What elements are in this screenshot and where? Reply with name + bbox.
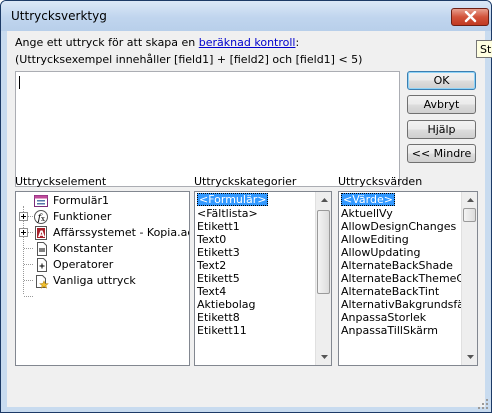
scroll-down-icon[interactable]	[317, 349, 331, 365]
scroll-thumb[interactable]	[463, 208, 476, 222]
list-item[interactable]: Text0	[197, 233, 226, 246]
instruction-line-1: Ange ett uttryck för att skapa en beräkn…	[15, 36, 299, 49]
tree-item-functions[interactable]: fx Funktioner	[16, 209, 189, 225]
svg-text:x: x	[41, 215, 45, 223]
tree-item-label: Konstanter	[53, 242, 113, 255]
tree-item-label: Funktioner	[53, 210, 112, 223]
form-icon	[33, 193, 49, 209]
scroll-down-icon[interactable]	[463, 349, 477, 365]
calculated-control-link[interactable]: beräknad kontroll	[199, 36, 296, 49]
list-item[interactable]: AnpassaTillSkärm	[341, 324, 438, 337]
tree-line	[24, 296, 33, 297]
tree-item-label: Operatorer	[53, 258, 114, 271]
common-expressions-icon	[33, 273, 49, 289]
close-icon	[464, 11, 477, 23]
list-item[interactable]: AlternateBackShade	[341, 259, 453, 272]
tree-item-label: Affärssystemet - Kopia.accdb	[53, 226, 189, 239]
list-item[interactable]: Etikett11	[197, 324, 247, 337]
list-item[interactable]: Text2	[197, 259, 226, 272]
tree-item-constants[interactable]: Konstanter	[16, 241, 189, 257]
scroll-thumb[interactable]	[317, 210, 330, 294]
list-item[interactable]: AnpassaStorlek	[341, 311, 426, 324]
dialog-body: Ange ett uttryck för att skapa en beräkn…	[7, 31, 485, 407]
ok-button[interactable]: OK	[407, 71, 476, 90]
svg-text:A: A	[38, 230, 45, 240]
values-scrollbar[interactable]	[461, 192, 477, 365]
list-item[interactable]: <Formulär>	[197, 193, 269, 206]
tree-item-label: Vanliga uttryck	[53, 274, 136, 287]
list-item[interactable]: <Värde>	[341, 193, 395, 206]
close-tooltip: Stäng	[476, 40, 492, 58]
instruction-line-2: (Uttrycksexempel innehåller [field1] + […	[15, 53, 363, 66]
tree-item-label: Formulär1	[53, 194, 109, 207]
title-bar[interactable]: Uttrycksverktyg	[1, 1, 491, 31]
function-icon: fx	[33, 209, 49, 225]
expression-elements-tree[interactable]: Formulär1 fx Funktioner A Affärssystemet…	[15, 191, 190, 366]
resize-grip-icon[interactable]	[477, 398, 489, 410]
list-item[interactable]: <Fältlista>	[197, 207, 258, 220]
list-item[interactable]: Aktiebolag	[197, 298, 256, 311]
expression-builder-window: Uttrycksverktyg Ange ett uttryck för att…	[0, 0, 492, 413]
expression-values-list[interactable]: <Värde> AktuellVy AllowDesignChanges All…	[338, 191, 478, 366]
list-item[interactable]: AlternateBackThemeColorIndex	[341, 272, 477, 285]
expand-icon[interactable]	[19, 228, 28, 237]
instruction-colon: :	[295, 36, 300, 49]
elements-label: Uttryckselement	[15, 175, 107, 188]
help-button[interactable]: Hjälp	[407, 120, 476, 139]
list-item[interactable]: AllowUpdating	[341, 246, 420, 259]
instruction-text: Ange ett uttryck för att skapa en	[15, 36, 199, 49]
expression-categories-list[interactable]: <Formulär> <Fältlista> Etikett1 Text0 Et…	[194, 191, 332, 366]
list-item[interactable]: AllowDesignChanges	[341, 220, 456, 233]
database-icon: A	[33, 225, 49, 241]
expression-input[interactable]	[15, 71, 400, 187]
tree-item-operators[interactable]: Operatorer	[16, 257, 189, 273]
window-title: Uttrycksverktyg	[11, 9, 107, 23]
list-item[interactable]: AlternateBackTint	[341, 285, 439, 298]
tree-item-form[interactable]: Formulär1	[16, 193, 189, 209]
list-item[interactable]: Etikett3	[197, 246, 240, 259]
list-item[interactable]: Etikett8	[197, 311, 240, 324]
list-item[interactable]: AktuellVy	[341, 207, 393, 220]
operators-icon	[33, 257, 49, 273]
values-label: Uttrycksvärden	[338, 175, 423, 188]
cancel-button[interactable]: Avbryt	[407, 95, 476, 114]
list-item[interactable]: Etikett5	[197, 272, 240, 285]
less-button[interactable]: << Mindre	[407, 144, 476, 163]
text-caret	[19, 76, 20, 89]
tree-item-database[interactable]: A Affärssystemet - Kopia.accdb	[16, 225, 189, 241]
list-item[interactable]: Etikett1	[197, 220, 240, 233]
scroll-up-icon[interactable]	[463, 192, 477, 208]
list-item[interactable]: Text4	[197, 285, 226, 298]
expand-icon[interactable]	[19, 212, 28, 221]
scroll-up-icon[interactable]	[317, 192, 331, 208]
list-item[interactable]: AlternativBakgrundsfärg	[341, 298, 475, 311]
close-button[interactable]	[451, 8, 489, 26]
categories-label: Uttryckskategorier	[194, 175, 297, 188]
constants-icon	[33, 241, 49, 257]
categories-scrollbar[interactable]	[315, 192, 331, 365]
list-item[interactable]: AllowEditing	[341, 233, 409, 246]
tree-item-common-expressions[interactable]: Vanliga uttryck	[16, 273, 189, 289]
